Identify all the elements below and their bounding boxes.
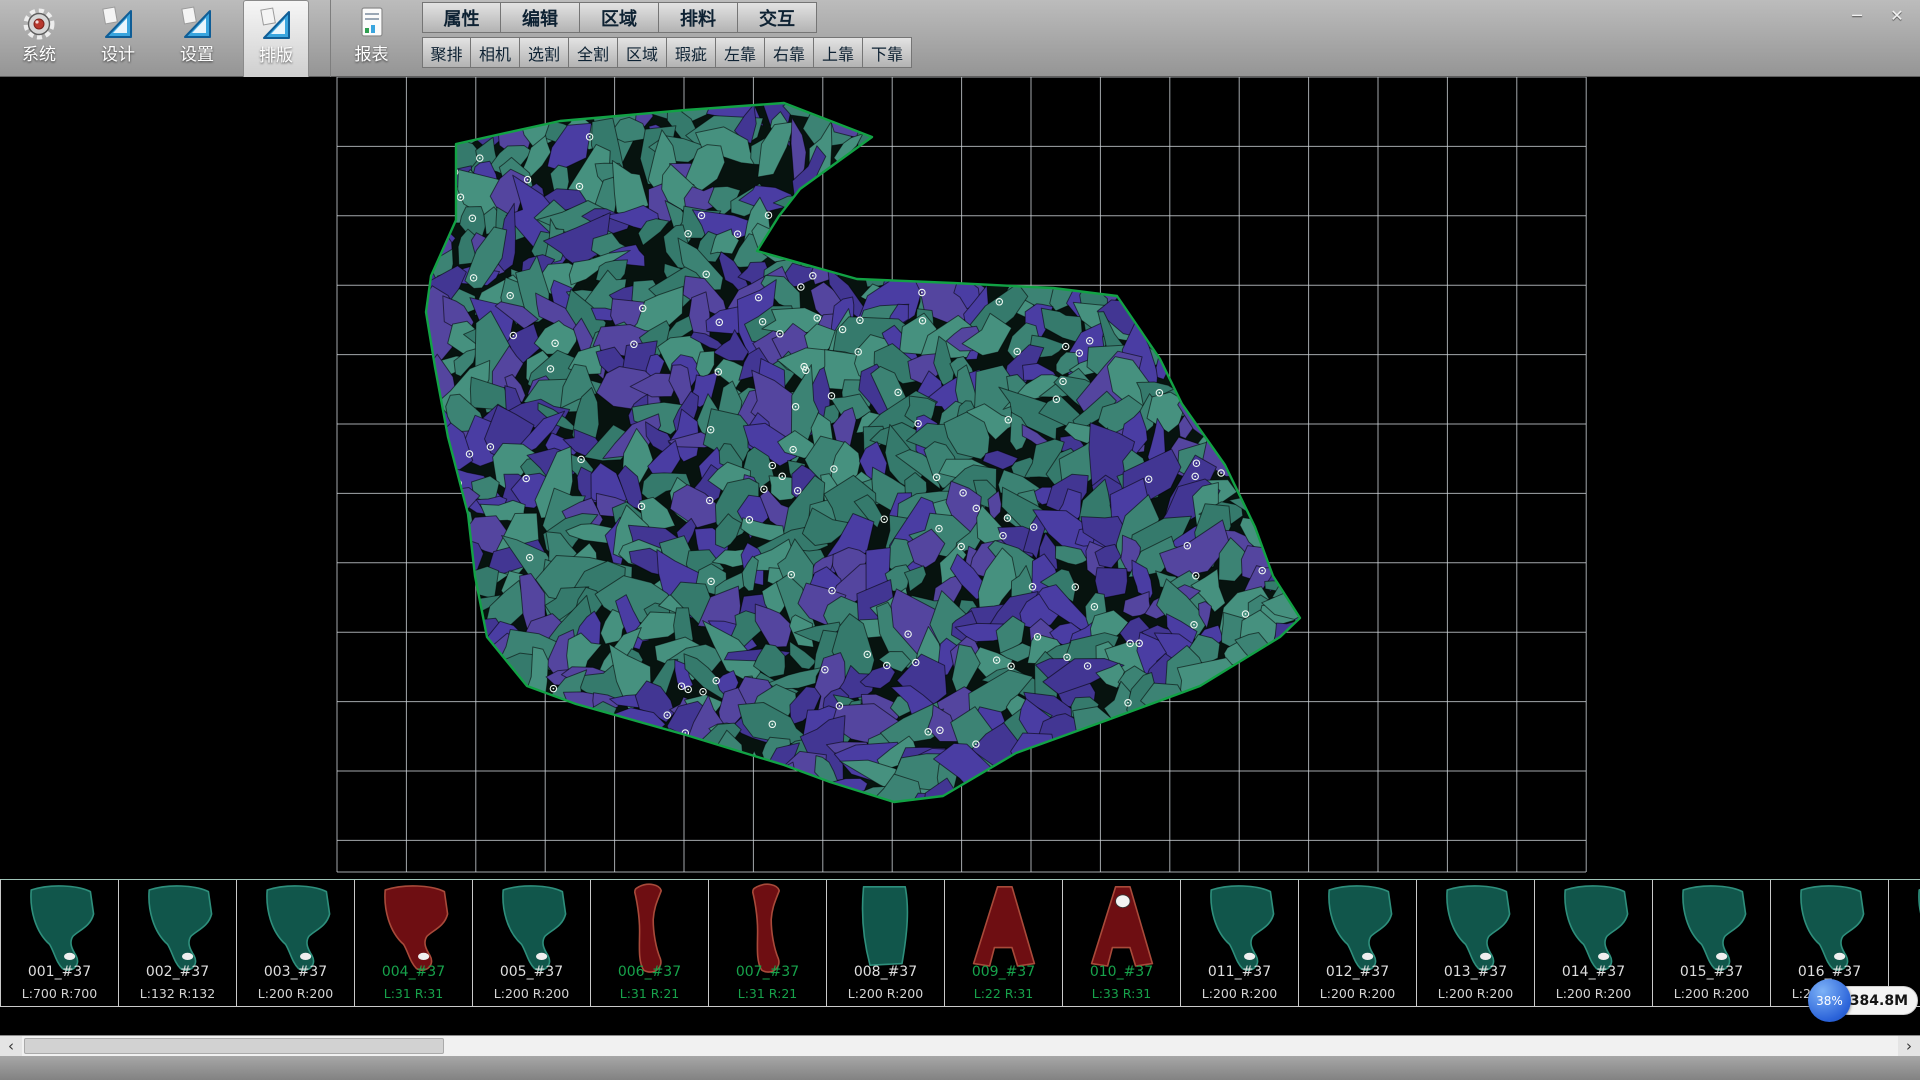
part-shape bbox=[1551, 882, 1637, 978]
ribbon-item-label: 设计 bbox=[101, 45, 135, 65]
nesting-canvas[interactable] bbox=[0, 77, 1920, 879]
part-sizes: L:31 R:21 bbox=[709, 986, 826, 1001]
part-sizes: L:200 R:200 bbox=[1535, 986, 1652, 1001]
window-bottom-frame bbox=[0, 1056, 1920, 1080]
ribbon-item-排版[interactable]: 排版 bbox=[243, 0, 309, 77]
top-toolbar: 系统设计设置排版报表 属性编辑区域排料交互 聚排相机选割全割区域瑕疵左靠右靠上靠… bbox=[0, 0, 1920, 77]
part-shape bbox=[1669, 882, 1755, 978]
progress-badge: 38% bbox=[1808, 979, 1851, 1022]
report-icon bbox=[352, 4, 392, 44]
part-cell-013_#37[interactable]: 013_#37L:200 R:200 bbox=[1417, 880, 1535, 1006]
part-cell-009_#37[interactable]: 009_#37L:22 R:31 bbox=[945, 880, 1063, 1006]
part-shape bbox=[253, 882, 339, 978]
part-shape bbox=[961, 882, 1047, 978]
ribbon-item-label: 设置 bbox=[180, 45, 214, 65]
scrollbar-track[interactable] bbox=[22, 1036, 1898, 1056]
ribbon-item-label: 系统 bbox=[22, 45, 56, 65]
ribbon: 系统 设计 设置 排版 报表 bbox=[6, 0, 417, 77]
tool-button-区域[interactable]: 区域 bbox=[618, 37, 667, 68]
ribbon-item-设置[interactable]: 设置 bbox=[164, 0, 230, 77]
part-sizes: L:700 R:700 bbox=[1, 986, 118, 1001]
set-square-icon bbox=[177, 4, 217, 44]
part-shape bbox=[725, 882, 811, 978]
scroll-right-arrow[interactable]: › bbox=[1898, 1036, 1920, 1056]
part-cell-001_#37[interactable]: 001_#37L:700 R:700 bbox=[1, 880, 119, 1006]
parts-strip: 001_#37L:700 R:700002_#37L:132 R:132003_… bbox=[0, 879, 1920, 1007]
tool-buttons-row: 聚排相机选割全割区域瑕疵左靠右靠上靠下靠 bbox=[422, 37, 912, 68]
part-cell-006_#37[interactable]: 006_#37L:31 R:21 bbox=[591, 880, 709, 1006]
scroll-left-arrow[interactable]: ‹ bbox=[0, 1036, 22, 1056]
tool-button-全割[interactable]: 全割 bbox=[569, 37, 618, 68]
part-cell-008_#37[interactable]: 008_#37L:200 R:200 bbox=[827, 880, 945, 1006]
tool-button-左靠[interactable]: 左靠 bbox=[716, 37, 765, 68]
scrollbar-thumb[interactable] bbox=[24, 1038, 444, 1054]
part-sizes: L:200 R:200 bbox=[1299, 986, 1416, 1001]
ribbon-item-设计[interactable]: 设计 bbox=[85, 0, 151, 77]
part-shape bbox=[843, 882, 929, 978]
part-sizes: L:200 R:200 bbox=[1653, 986, 1770, 1001]
part-shape bbox=[371, 882, 457, 978]
app-window: 系统设计设置排版报表 属性编辑区域排料交互 聚排相机选割全割区域瑕疵左靠右靠上靠… bbox=[0, 0, 1920, 1080]
part-sizes: L:22 R:31 bbox=[945, 986, 1062, 1001]
part-sizes: L:200 R:200 bbox=[1417, 986, 1534, 1001]
ribbon-item-报表[interactable]: 报表 bbox=[330, 0, 404, 77]
part-cell-005_#37[interactable]: 005_#37L:200 R:200 bbox=[473, 880, 591, 1006]
tool-button-上靠[interactable]: 上靠 bbox=[814, 37, 863, 68]
part-shape bbox=[489, 882, 575, 978]
part-shape bbox=[1787, 882, 1873, 978]
tool-button-右靠[interactable]: 右靠 bbox=[765, 37, 814, 68]
part-shape bbox=[1315, 882, 1401, 978]
part-cell-011_#37[interactable]: 011_#37L:200 R:200 bbox=[1181, 880, 1299, 1006]
menu-tabs-row: 属性编辑区域排料交互 bbox=[422, 2, 817, 33]
part-shape bbox=[17, 882, 103, 978]
part-sizes: L:132 R:132 bbox=[119, 986, 236, 1001]
part-shape bbox=[607, 882, 693, 978]
minimize-button[interactable]: ─ bbox=[1844, 3, 1870, 27]
nested-pieces bbox=[375, 77, 1349, 837]
part-sizes: L:31 R:31 bbox=[355, 986, 472, 1001]
ribbon-item-label: 排版 bbox=[259, 46, 293, 66]
horizontal-scrollbar: ‹ › bbox=[0, 1035, 1920, 1056]
part-shape bbox=[1197, 882, 1283, 978]
tool-button-选割[interactable]: 选割 bbox=[520, 37, 569, 68]
part-cell-012_#37[interactable]: 012_#37L:200 R:200 bbox=[1299, 880, 1417, 1006]
part-cell-003_#37[interactable]: 003_#37L:200 R:200 bbox=[237, 880, 355, 1006]
part-sizes: L:200 R:200 bbox=[237, 986, 354, 1001]
nesting-canvas-svg bbox=[0, 77, 1920, 879]
part-cell-004_#37[interactable]: 004_#37L:31 R:31 bbox=[355, 880, 473, 1006]
tool-button-聚排[interactable]: 聚排 bbox=[422, 37, 471, 68]
gear-icon bbox=[19, 4, 59, 44]
part-shape bbox=[1079, 882, 1165, 978]
menu-tab-交互[interactable]: 交互 bbox=[738, 2, 817, 33]
part-cell-010_#37[interactable]: 010_#37L:33 R:31 bbox=[1063, 880, 1181, 1006]
part-sizes: L:200 R:200 bbox=[1181, 986, 1298, 1001]
menu-tab-区域[interactable]: 区域 bbox=[580, 2, 659, 33]
tool-button-下靠[interactable]: 下靠 bbox=[863, 37, 912, 68]
part-cell-014_#37[interactable]: 014_#37L:200 R:200 bbox=[1535, 880, 1653, 1006]
part-shape bbox=[1905, 882, 1920, 978]
menu-tab-排料[interactable]: 排料 bbox=[659, 2, 738, 33]
close-button[interactable]: ✕ bbox=[1884, 3, 1910, 27]
part-sizes: L:33 R:31 bbox=[1063, 986, 1180, 1001]
part-cell-015_#37[interactable]: 015_#37L:200 R:200 bbox=[1653, 880, 1771, 1006]
set-square-icon bbox=[256, 5, 296, 45]
tool-button-瑕疵[interactable]: 瑕疵 bbox=[667, 37, 716, 68]
ribbon-item-系统[interactable]: 系统 bbox=[6, 0, 72, 77]
part-sizes: L:200 R:200 bbox=[827, 986, 944, 1001]
menu-tab-编辑[interactable]: 编辑 bbox=[501, 2, 580, 33]
part-sizes: L:31 R:21 bbox=[591, 986, 708, 1001]
part-sizes: L:200 R:200 bbox=[473, 986, 590, 1001]
set-square-icon bbox=[98, 4, 138, 44]
menu-tab-属性[interactable]: 属性 bbox=[422, 2, 501, 33]
tool-button-相机[interactable]: 相机 bbox=[471, 37, 520, 68]
part-shape bbox=[135, 882, 221, 978]
part-shape bbox=[1433, 882, 1519, 978]
ribbon-item-label: 报表 bbox=[355, 45, 389, 65]
part-cell-007_#37[interactable]: 007_#37L:31 R:21 bbox=[709, 880, 827, 1006]
part-cell-002_#37[interactable]: 002_#37L:132 R:132 bbox=[119, 880, 237, 1006]
window-controls: ─ ✕ bbox=[1844, 3, 1910, 27]
